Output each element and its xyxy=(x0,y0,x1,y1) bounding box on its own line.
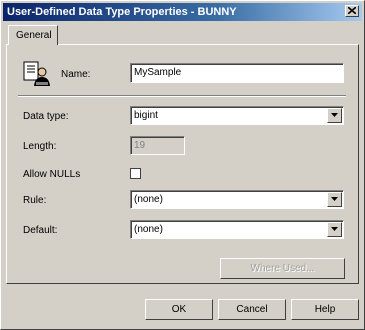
name-field[interactable]: MySample xyxy=(130,63,344,83)
rule-label: Rule: xyxy=(23,195,47,206)
rule-dropdown-button[interactable] xyxy=(327,192,342,207)
length-value: 19 xyxy=(134,140,146,151)
separator xyxy=(18,95,346,97)
default-label: Default: xyxy=(23,225,58,236)
data-type-label: Data type: xyxy=(23,111,69,122)
chevron-down-icon xyxy=(331,197,338,201)
tab-general-label: General xyxy=(16,30,52,41)
help-button[interactable]: Help xyxy=(291,299,359,320)
default-value: (none) xyxy=(134,224,163,235)
tab-general[interactable]: General xyxy=(8,25,58,45)
data-type-dropdown-button[interactable] xyxy=(327,108,342,123)
where-used-button[interactable]: Where Used... xyxy=(220,258,345,279)
ok-button[interactable]: OK xyxy=(145,299,213,320)
window-title: User-Defined Data Type Properties - BUNN… xyxy=(7,6,237,18)
user-defined-type-icon xyxy=(23,61,50,86)
rule-select[interactable]: (none) xyxy=(130,190,344,209)
cancel-button[interactable]: Cancel xyxy=(218,299,286,320)
default-select[interactable]: (none) xyxy=(130,220,344,239)
name-value: MySample xyxy=(134,67,182,78)
close-button[interactable] xyxy=(345,5,359,17)
length-label: Length: xyxy=(23,141,57,152)
dialog-window: User-Defined Data Type Properties - BUNN… xyxy=(0,0,365,330)
data-type-select[interactable]: bigint xyxy=(130,106,344,125)
rule-value: (none) xyxy=(134,194,163,205)
chevron-down-icon xyxy=(331,227,338,231)
title-bar: User-Defined Data Type Properties - BUNN… xyxy=(3,3,362,21)
close-icon xyxy=(348,7,356,14)
data-type-value: bigint xyxy=(134,110,158,121)
allow-nulls-label: Allow NULLs xyxy=(23,169,81,180)
allow-nulls-checkbox[interactable] xyxy=(130,168,141,179)
name-label: Name: xyxy=(61,69,91,80)
chevron-down-icon xyxy=(331,113,338,117)
length-field: 19 xyxy=(130,136,185,155)
default-dropdown-button[interactable] xyxy=(327,222,342,237)
general-panel: Name: MySample Data type: bigint Length:… xyxy=(6,44,359,284)
